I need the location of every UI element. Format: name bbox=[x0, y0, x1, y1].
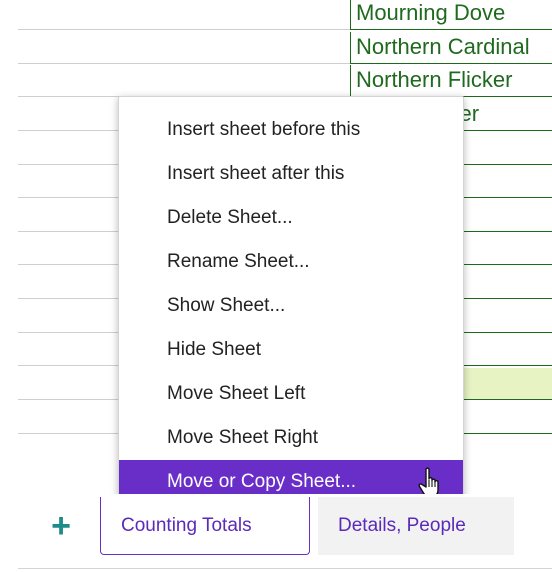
sheet-row: Northern Flicker bbox=[0, 65, 552, 98]
menu-item-move-sheet-left[interactable]: Move Sheet Left bbox=[119, 372, 463, 416]
tab-bar-divider bbox=[18, 568, 552, 569]
cell-text: Mourning Dove bbox=[356, 0, 506, 25]
menu-item-move-sheet-right[interactable]: Move Sheet Right bbox=[119, 416, 463, 460]
menu-item-insert-before[interactable]: Insert sheet before this bbox=[119, 108, 463, 152]
row-gridline bbox=[18, 29, 350, 30]
row-gridline bbox=[18, 62, 350, 64]
menu-item-insert-after[interactable]: Insert sheet after this bbox=[119, 152, 463, 196]
plus-icon: + bbox=[51, 507, 71, 545]
sheet-row: Mourning Dove bbox=[0, 0, 552, 30]
bird-name-cell[interactable]: Northern Flicker bbox=[350, 65, 552, 98]
cell-text: Northern Flicker bbox=[356, 67, 513, 93]
bird-name-cell[interactable]: Northern Cardinal bbox=[350, 31, 552, 64]
sheet-context-menu: Insert sheet before this Insert sheet af… bbox=[118, 96, 464, 504]
menu-item-delete-sheet[interactable]: Delete Sheet... bbox=[119, 196, 463, 240]
bird-name-cell[interactable]: Mourning Dove bbox=[350, 0, 552, 30]
sheet-row: Northern Cardinal bbox=[0, 31, 552, 64]
add-sheet-button[interactable]: + bbox=[38, 506, 84, 552]
cell-text: Northern Cardinal bbox=[356, 33, 530, 59]
menu-item-label: Move or Copy Sheet... bbox=[167, 471, 357, 492]
spreadsheet-screen: Mourning Dove Northern Cardinal Northern F… bbox=[0, 0, 552, 572]
sheet-tab-bar: + Counting Totals Details, People bbox=[0, 494, 552, 572]
menu-item-rename-sheet[interactable]: Rename Sheet... bbox=[119, 240, 463, 284]
tab-details-people[interactable]: Details, People bbox=[318, 497, 514, 555]
menu-item-hide-sheet[interactable]: Hide Sheet bbox=[119, 328, 463, 372]
menu-item-show-sheet[interactable]: Show Sheet... bbox=[119, 284, 463, 328]
tab-counting-totals[interactable]: Counting Totals bbox=[100, 497, 310, 555]
